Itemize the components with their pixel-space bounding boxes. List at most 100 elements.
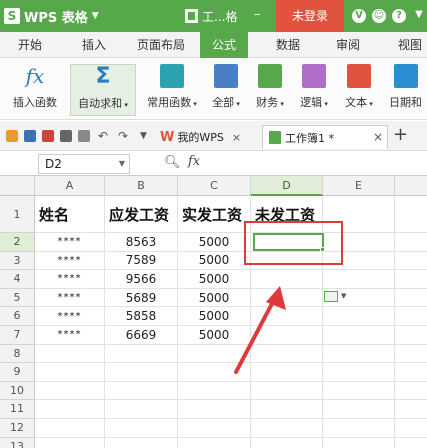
cell-a2[interactable]: ****	[35, 233, 105, 252]
tab-insert[interactable]: 插入	[74, 32, 114, 58]
cell-d11[interactable]	[251, 400, 323, 419]
redo-icon[interactable]: ↷	[118, 130, 130, 142]
save-icon[interactable]	[24, 130, 36, 142]
logical-button[interactable]: 逻辑 ▾	[294, 64, 334, 116]
chevron-down-icon[interactable]: ▼	[140, 130, 152, 142]
cell-c12[interactable]	[178, 419, 251, 438]
column-header-a[interactable]: A	[35, 176, 105, 196]
cell-b10[interactable]	[105, 381, 178, 401]
chevron-down-icon[interactable]: ▼	[410, 8, 427, 22]
cell-e13[interactable]	[323, 437, 395, 448]
skin-icon[interactable]: V	[352, 9, 366, 23]
cell-b6[interactable]: 5858	[105, 307, 178, 326]
row-header-7[interactable]: 7	[0, 326, 35, 345]
cell-c2[interactable]: 5000	[178, 233, 251, 252]
cell-f12[interactable]	[395, 419, 427, 438]
select-all-corner[interactable]	[0, 176, 35, 196]
tab-workbook1[interactable]: 工作簿1 * ×	[262, 125, 388, 149]
cell-b12[interactable]	[105, 419, 178, 438]
cell-c3[interactable]: 5000	[178, 251, 251, 271]
cell-b11[interactable]	[105, 400, 178, 419]
print-icon[interactable]	[60, 130, 72, 142]
paste-options-button[interactable]: ▼	[324, 289, 354, 303]
row-header-3[interactable]: 3	[0, 251, 35, 271]
cell-a10[interactable]	[35, 381, 105, 401]
new-tab-icon[interactable]: +	[393, 126, 409, 144]
cell-f8[interactable]	[395, 345, 427, 364]
login-button[interactable]: 未登录	[276, 0, 344, 32]
cell-b2[interactable]: 8563	[105, 233, 178, 252]
column-header-d[interactable]: D	[251, 176, 323, 196]
column-header-f[interactable]	[395, 176, 427, 196]
row-header-6[interactable]: 6	[0, 307, 35, 326]
search-icon[interactable]: 🔍︎	[164, 155, 181, 171]
cell-a13[interactable]	[35, 437, 105, 448]
cell-a1[interactable]: 姓名	[35, 196, 105, 233]
export-pdf-icon[interactable]	[42, 130, 54, 142]
row-header-12[interactable]: 12	[0, 419, 35, 438]
row-header-5[interactable]: 5	[0, 288, 35, 308]
row-header-13[interactable]: 13	[0, 437, 35, 448]
cell-a11[interactable]	[35, 400, 105, 419]
print-preview-icon[interactable]	[78, 130, 90, 142]
text-button[interactable]: 文本 ▾	[338, 64, 380, 116]
cell-f5[interactable]	[395, 289, 427, 308]
column-header-b[interactable]: B	[105, 176, 178, 196]
cell-c1[interactable]: 实发工资	[178, 196, 251, 233]
app-menu[interactable]: S WPS 表格 ▼	[0, 0, 99, 32]
cell-e9[interactable]	[323, 363, 395, 382]
tab-my-wps[interactable]: W 我的WPS ×	[160, 126, 241, 148]
cell-c11[interactable]	[178, 400, 251, 419]
cell-c10[interactable]	[178, 381, 251, 401]
cell-f1[interactable]	[395, 196, 427, 233]
all-functions-button[interactable]: 全部 ▾	[206, 64, 246, 116]
row-header-4[interactable]: 4	[0, 270, 35, 289]
cell-f10[interactable]	[395, 382, 427, 401]
cell-f13[interactable]	[395, 438, 427, 448]
cell-d12[interactable]	[251, 419, 323, 438]
cell-b13[interactable]	[105, 437, 178, 448]
close-icon[interactable]: ×	[232, 131, 241, 144]
cell-e8[interactable]	[323, 344, 395, 364]
cell-d13[interactable]	[251, 437, 323, 448]
minimize-button[interactable]: –	[248, 8, 266, 22]
document-title-tab[interactable]: 工...格	[185, 4, 237, 28]
financial-button[interactable]: 财务 ▾	[250, 64, 290, 116]
cell-b1[interactable]: 应发工资	[105, 196, 178, 233]
common-functions-button[interactable]: 常用函数 ▾	[140, 64, 204, 116]
insert-function-button[interactable]: fx 插入函数	[6, 64, 64, 116]
cell-e4[interactable]	[323, 270, 395, 289]
row-header-11[interactable]: 11	[0, 400, 35, 419]
tab-page-layout[interactable]: 页面布局	[132, 32, 190, 58]
cell-a4[interactable]: ****	[35, 270, 105, 289]
cell-b4[interactable]: 9566	[105, 270, 178, 289]
row-header-9[interactable]: 9	[0, 363, 35, 382]
name-box[interactable]: D2 ▼	[38, 154, 130, 174]
folder-icon[interactable]	[6, 130, 18, 142]
tab-start[interactable]: 开始	[10, 32, 50, 58]
cell-d10[interactable]	[251, 381, 323, 401]
cell-f2[interactable]	[395, 233, 427, 252]
tab-data[interactable]: 数据	[268, 32, 308, 58]
tab-review[interactable]: 审阅	[328, 32, 368, 58]
cell-b9[interactable]	[105, 363, 178, 382]
cell-f3[interactable]	[395, 252, 427, 271]
tab-formulas[interactable]: 公式	[200, 32, 248, 58]
cell-c13[interactable]	[178, 437, 251, 448]
fx-icon[interactable]: fx	[188, 154, 200, 169]
autosum-button[interactable]: Σ 自动求和 ▾	[70, 64, 136, 116]
help-icon[interactable]: ?	[392, 9, 406, 23]
cell-e10[interactable]	[323, 381, 395, 401]
tab-view[interactable]: 视图	[390, 32, 427, 58]
column-header-e[interactable]: E	[323, 176, 395, 196]
cell-a6[interactable]: ****	[35, 307, 105, 326]
row-header-8[interactable]: 8	[0, 344, 35, 364]
cell-f9[interactable]	[395, 363, 427, 382]
cell-a9[interactable]	[35, 363, 105, 382]
column-header-c[interactable]: C	[178, 176, 251, 196]
spreadsheet-grid[interactable]: A B C D E 1 姓名 应发工资 实发工资 未发工资 2 **** 8563 5000 3 *…	[0, 176, 427, 448]
row-header-10[interactable]: 10	[0, 381, 35, 401]
cell-e12[interactable]	[323, 419, 395, 438]
cell-a5[interactable]: ****	[35, 288, 105, 308]
cell-a7[interactable]: ****	[35, 326, 105, 345]
